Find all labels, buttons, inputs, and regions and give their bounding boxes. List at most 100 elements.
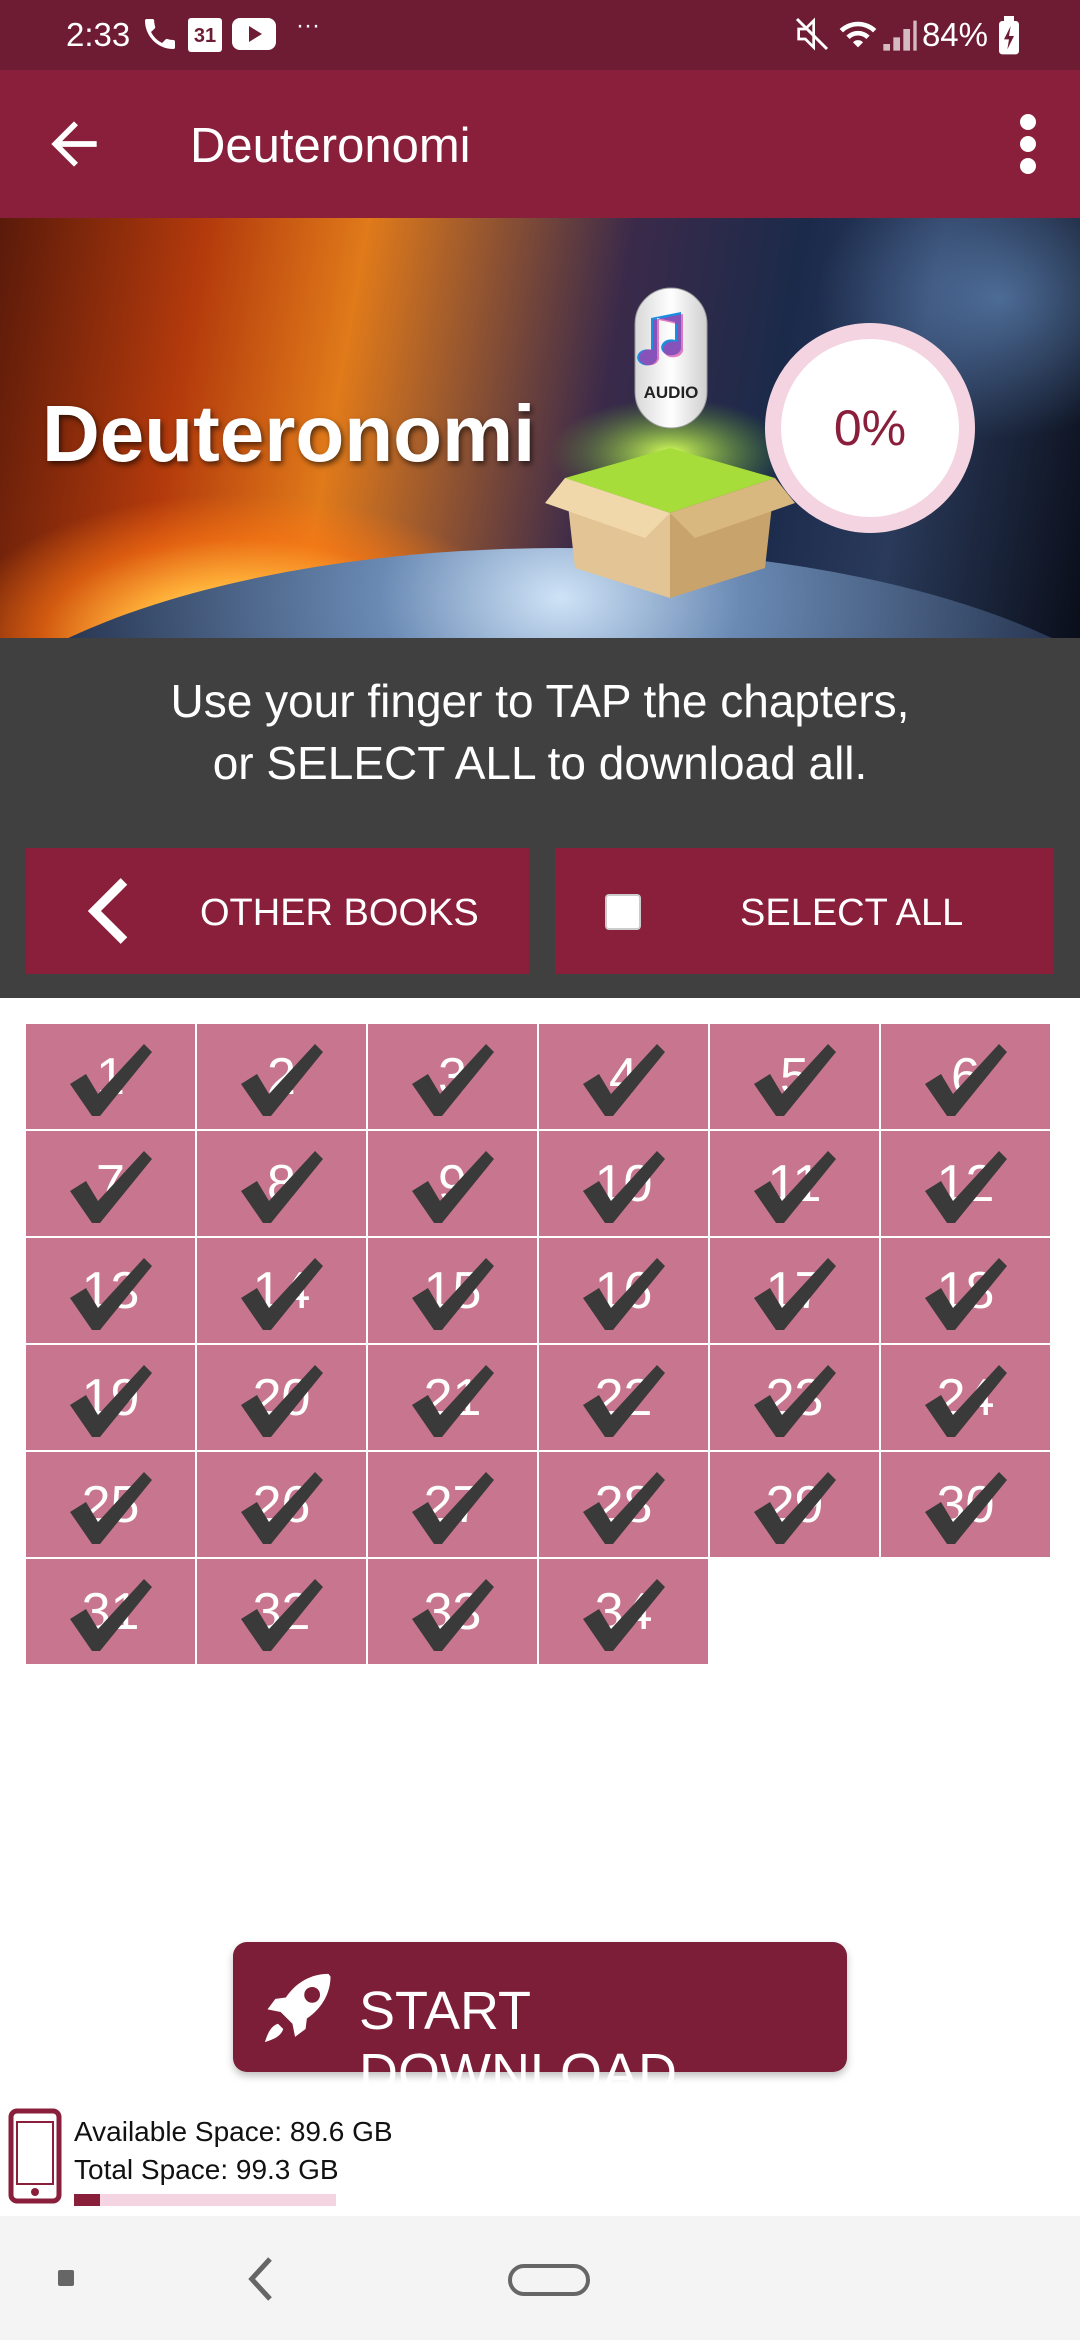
checkmark-icon bbox=[925, 1365, 1007, 1437]
status-bar: 2:33 31 ··· 84% bbox=[0, 0, 1080, 70]
home-icon[interactable] bbox=[508, 2264, 590, 2296]
checkmark-icon bbox=[754, 1044, 836, 1116]
chapter-cell[interactable]: 17 bbox=[710, 1238, 879, 1343]
system-nav-bar bbox=[0, 2216, 1080, 2340]
chapter-cell[interactable]: 25 bbox=[26, 1452, 195, 1557]
chapter-cell[interactable]: 16 bbox=[539, 1238, 708, 1343]
total-space: Total Space: 99.3 GB bbox=[74, 2154, 339, 2185]
battery-percent: 84% bbox=[921, 16, 988, 53]
checkmark-icon bbox=[412, 1365, 494, 1437]
select-all-label: SELECT ALL bbox=[740, 892, 964, 934]
battery-charging-icon bbox=[999, 16, 1019, 55]
other-books-button[interactable]: OTHER BOOKS bbox=[26, 848, 530, 974]
checkmark-icon bbox=[412, 1258, 494, 1330]
checkmark-icon bbox=[70, 1151, 152, 1223]
available-space: Available Space: 89.6 GB bbox=[74, 2116, 393, 2147]
chapter-cell[interactable]: 3 bbox=[368, 1024, 537, 1129]
chapter-cell[interactable]: 8 bbox=[197, 1131, 366, 1236]
nav-back-icon[interactable] bbox=[240, 2254, 280, 2304]
audio-label: AUDIO bbox=[644, 383, 699, 402]
chapter-cell[interactable]: 7 bbox=[26, 1131, 195, 1236]
checkmark-icon bbox=[925, 1472, 1007, 1544]
chapters-grid: 1 2 3 4 5 6 7 8 9 10 11 12 13 14 15 16 17 18 19 20 21 22 23 24 2… bbox=[26, 1024, 1052, 1664]
checkmark-icon bbox=[754, 1151, 836, 1223]
chapter-cell[interactable]: 1 bbox=[26, 1024, 195, 1129]
rocket-icon bbox=[264, 1973, 331, 2043]
chapter-cell[interactable]: 6 bbox=[881, 1024, 1050, 1129]
chevron-left-icon bbox=[87, 878, 128, 944]
instructions-text: Use your finger to TAP the chapters, or … bbox=[0, 670, 1080, 794]
instructions-line-2: or SELECT ALL to download all. bbox=[212, 737, 868, 789]
arrow-back-icon[interactable] bbox=[40, 110, 108, 178]
checkmark-icon bbox=[241, 1579, 323, 1651]
chapter-cell[interactable]: 2 bbox=[197, 1024, 366, 1129]
select-all-button[interactable]: SELECT ALL bbox=[555, 848, 1054, 974]
chapter-cell[interactable]: 29 bbox=[710, 1452, 879, 1557]
checkmark-icon bbox=[925, 1044, 1007, 1116]
start-download-button[interactable]: START DOWNLOAD bbox=[233, 1942, 847, 2103]
page-title: Deuteronomi bbox=[190, 119, 471, 173]
checkmark-icon bbox=[583, 1472, 665, 1544]
select-all-checkbox[interactable] bbox=[605, 894, 641, 930]
app-bar: Deuteronomi bbox=[0, 70, 1080, 218]
instructions-panel: Use your finger to TAP the chapters, or … bbox=[0, 638, 1080, 998]
checkmark-icon bbox=[241, 1365, 323, 1437]
chapter-cell[interactable]: 15 bbox=[368, 1238, 537, 1343]
download-progress-ring: 0% bbox=[765, 323, 975, 533]
checkmark-icon bbox=[583, 1579, 665, 1651]
checkmark-icon bbox=[754, 1365, 836, 1437]
chapter-cell[interactable]: 33 bbox=[368, 1559, 537, 1664]
checkmark-icon bbox=[241, 1151, 323, 1223]
calendar-day: 31 bbox=[193, 25, 217, 47]
chapter-cell[interactable]: 12 bbox=[881, 1131, 1050, 1236]
mute-icon bbox=[795, 17, 829, 51]
chapter-cell[interactable]: 24 bbox=[881, 1345, 1050, 1450]
chapter-cell[interactable]: 32 bbox=[197, 1559, 366, 1664]
checkmark-icon bbox=[583, 1365, 665, 1437]
banner-book-title: Deuteronomi bbox=[42, 389, 536, 478]
chapter-cell[interactable]: 19 bbox=[26, 1345, 195, 1450]
checkmark-icon bbox=[70, 1258, 152, 1330]
chapter-cell[interactable]: 4 bbox=[539, 1024, 708, 1129]
chapter-cell[interactable]: 5 bbox=[710, 1024, 879, 1129]
chapter-cell[interactable]: 11 bbox=[710, 1131, 879, 1236]
checkmark-icon bbox=[70, 1044, 152, 1116]
chapter-cell[interactable]: 23 bbox=[710, 1345, 879, 1450]
checkmark-icon bbox=[70, 1472, 152, 1544]
more-vert-icon[interactable] bbox=[1004, 110, 1052, 178]
checkmark-icon bbox=[241, 1044, 323, 1116]
chapter-cell[interactable]: 26 bbox=[197, 1452, 366, 1557]
chapter-cell[interactable]: 22 bbox=[539, 1345, 708, 1450]
storage-info: Available Space: 89.6 GB Total Space: 99… bbox=[0, 2104, 1080, 2214]
checkmark-icon bbox=[754, 1258, 836, 1330]
chapter-cell[interactable]: 9 bbox=[368, 1131, 537, 1236]
chapter-cell[interactable]: 31 bbox=[26, 1559, 195, 1664]
audio-box-icon: AUDIO bbox=[545, 287, 795, 598]
checkmark-icon bbox=[412, 1472, 494, 1544]
chapter-cell[interactable]: 34 bbox=[539, 1559, 708, 1664]
checkmark-icon bbox=[925, 1151, 1007, 1223]
checkmark-icon bbox=[583, 1151, 665, 1223]
chapter-cell[interactable]: 28 bbox=[539, 1452, 708, 1557]
chapter-cell[interactable]: 20 bbox=[197, 1345, 366, 1450]
wifi-icon bbox=[839, 21, 877, 48]
chapter-cell[interactable]: 14 bbox=[197, 1238, 366, 1343]
recent-apps-icon[interactable] bbox=[58, 2270, 74, 2286]
checkmark-icon bbox=[412, 1151, 494, 1223]
chapter-cell[interactable]: 30 bbox=[881, 1452, 1050, 1557]
chapter-cell[interactable]: 18 bbox=[881, 1238, 1050, 1343]
chapter-cell[interactable]: 10 bbox=[539, 1131, 708, 1236]
phone-icon bbox=[145, 19, 175, 49]
chapter-cell[interactable]: 13 bbox=[26, 1238, 195, 1343]
more-dots-icon: ··· bbox=[296, 12, 320, 39]
chapter-cell[interactable]: 27 bbox=[368, 1452, 537, 1557]
checkmark-icon bbox=[925, 1258, 1007, 1330]
progress-text: 0% bbox=[833, 400, 907, 456]
checkmark-icon bbox=[241, 1258, 323, 1330]
checkmark-icon bbox=[412, 1579, 494, 1651]
checkmark-icon bbox=[241, 1472, 323, 1544]
phone-device-icon bbox=[8, 2108, 62, 2204]
checkmark-icon bbox=[583, 1044, 665, 1116]
chapter-cell[interactable]: 21 bbox=[368, 1345, 537, 1450]
checkmark-icon bbox=[70, 1365, 152, 1437]
